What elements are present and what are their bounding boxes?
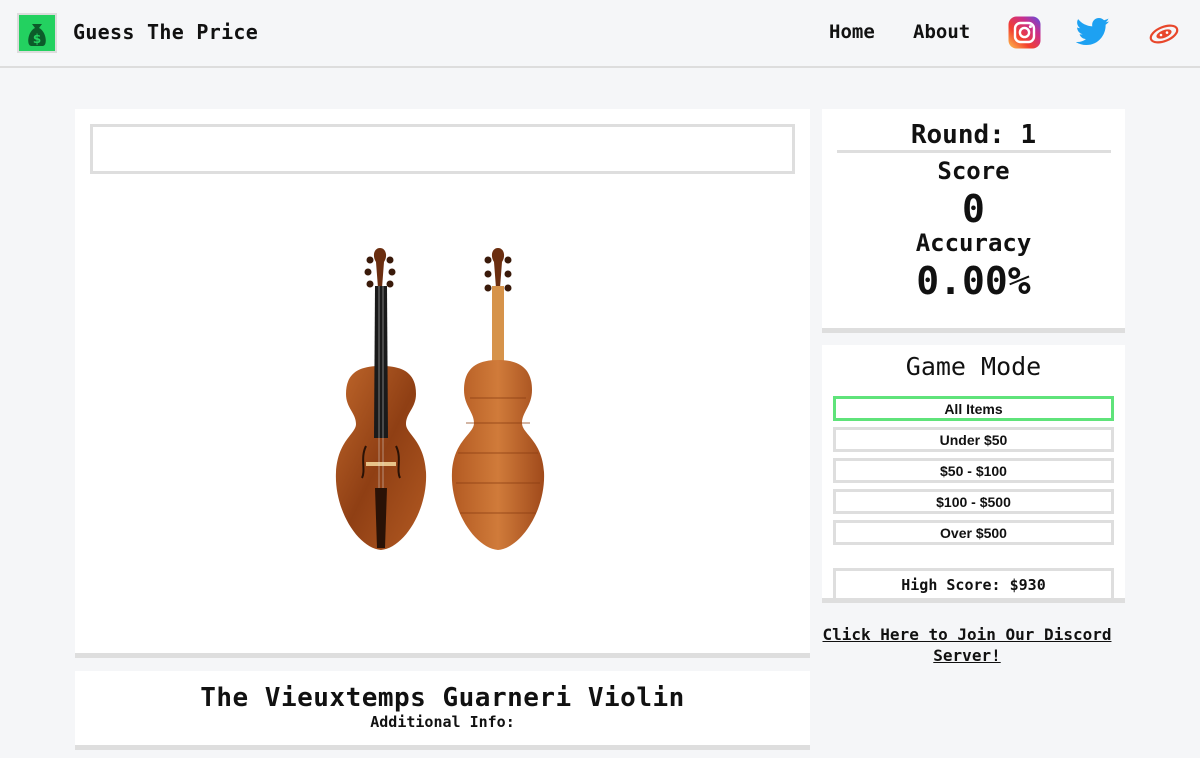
game-mode-panel: Game Mode All Items Under $50 $50 - $100…	[822, 345, 1125, 603]
mode-all-items-button[interactable]: All Items	[833, 396, 1114, 421]
svg-text:$: $	[33, 32, 41, 46]
discord-link[interactable]: Click Here to Join Our Discord Server!	[822, 624, 1112, 666]
score-label: Score	[937, 157, 1010, 185]
reddit-icon[interactable]	[1146, 18, 1180, 52]
twitter-icon[interactable]	[1075, 17, 1110, 51]
additional-info-label: Additional Info:	[370, 713, 515, 731]
accuracy-label: Accuracy	[915, 229, 1032, 257]
game-card	[75, 109, 810, 658]
score-panel: Round: 1 Score 0 Accuracy 0.00%	[822, 109, 1125, 333]
item-title-card: The Vieuxtemps Guarneri Violin Additiona…	[75, 671, 810, 750]
divider	[836, 150, 1111, 153]
violin-back	[451, 248, 545, 550]
high-score-display: High Score: $930	[833, 568, 1114, 598]
violin-front	[335, 248, 427, 550]
price-guess-input[interactable]	[90, 124, 795, 174]
mode-under-50-button[interactable]: Under $50	[833, 427, 1114, 452]
instagram-icon[interactable]	[1008, 16, 1042, 50]
accuracy-value: 0.00%	[916, 259, 1031, 303]
mode-100-500-button[interactable]: $100 - $500	[833, 489, 1114, 514]
site-title[interactable]: Guess The Price	[73, 20, 258, 44]
product-image	[330, 248, 555, 553]
top-navbar: $ Guess The Price Home About	[0, 0, 1200, 68]
item-name: The Vieuxtemps Guarneri Violin	[200, 683, 685, 713]
mode-50-100-button[interactable]: $50 - $100	[833, 458, 1114, 483]
money-bag-icon[interactable]: $	[17, 13, 57, 53]
nav-about-link[interactable]: About	[913, 21, 970, 43]
nav-home-link[interactable]: Home	[829, 21, 875, 43]
mode-over-500-button[interactable]: Over $500	[833, 520, 1114, 545]
game-mode-title: Game Mode	[905, 352, 1042, 381]
round-label: Round: 1	[910, 120, 1037, 150]
score-value: 0	[962, 187, 985, 231]
